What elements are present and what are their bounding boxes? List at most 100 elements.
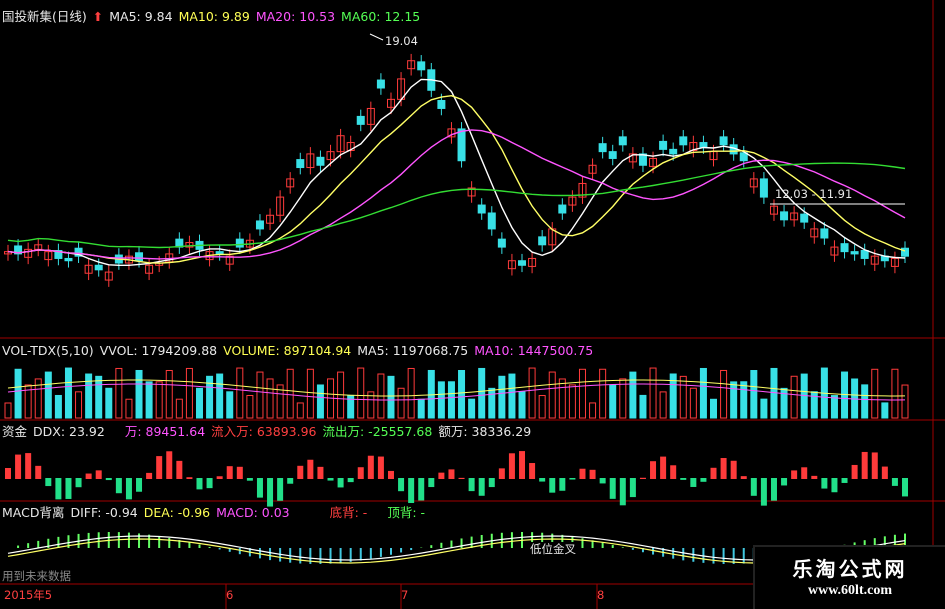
volume-bar (417, 398, 425, 419)
candle-body (780, 211, 789, 221)
candle-body (64, 257, 73, 262)
golden-cross-label: 低位金叉 (530, 542, 576, 556)
volume-bar (256, 371, 264, 419)
ma20-line (7, 129, 906, 260)
volume-bar (830, 395, 838, 419)
candle-body (820, 228, 829, 239)
fund-bar (639, 477, 646, 479)
candle-body (699, 142, 708, 148)
volume-bar (609, 384, 617, 419)
volume-bar (568, 384, 576, 419)
volume-bar (427, 369, 435, 419)
candle-body (417, 61, 426, 71)
macd-title: MACD背离 (2, 505, 65, 520)
fund-bar (115, 478, 122, 494)
volume-ma10-line (7, 383, 906, 401)
stock-chart-window: 国投新集(日线) ⬆ MA5: 9.84 MA10: 9.89 MA20: 10.53 M… (0, 0, 945, 609)
fund-bar (287, 478, 294, 484)
fund-bar (891, 478, 898, 486)
fund-bar (196, 478, 203, 490)
candle-body (457, 128, 466, 162)
fund-bar (791, 470, 798, 479)
fund-bar (408, 478, 415, 504)
diff-value: DIFF: -0.94 (70, 505, 138, 520)
volume-bar (296, 402, 304, 419)
candle-body (376, 79, 385, 89)
volume-bar (216, 373, 224, 419)
fund-bar (35, 465, 42, 479)
candle-body (558, 204, 567, 214)
candle-body (255, 220, 264, 230)
price-header: 国投新集(日线) ⬆ MA5: 9.84 MA10: 9.89 MA20: 10.53 M… (2, 9, 426, 25)
outflow-value: 流出万: -25557.68 (322, 424, 433, 439)
volume-bar (75, 391, 83, 419)
fund-bar (226, 466, 233, 479)
fund-bar (508, 453, 515, 479)
vol-title: VOL-TDX(5,10) (2, 343, 94, 358)
fund-bar (357, 467, 364, 479)
candle-body (800, 213, 809, 223)
fund-bar (498, 468, 505, 479)
volume-bar (195, 387, 203, 419)
volume-bar (740, 381, 748, 419)
fund-header: 资金 DDX: 23.92 万: 89451.64 流入万: 63893.96 流出万:… (2, 424, 537, 440)
fund-bar (841, 478, 848, 483)
fund-bar (146, 472, 153, 479)
fund-bar (478, 478, 485, 496)
fund-bar (176, 460, 183, 479)
fund-bar (811, 475, 818, 479)
fund-bar (730, 460, 737, 479)
volume-bar (246, 395, 254, 419)
volume-bar (115, 367, 123, 419)
volume-bar (266, 378, 274, 419)
amount-value: 额万: 38336.29 (438, 424, 532, 439)
candle-body (598, 143, 607, 153)
high-price-label: 19.04 (385, 34, 418, 48)
ma60-value: MA60: 12.15 (341, 9, 421, 24)
volume-bar (528, 367, 536, 419)
candle-body (437, 100, 446, 109)
fund-bar (831, 478, 838, 493)
volume-bar (458, 370, 466, 419)
fund-bar (45, 478, 52, 487)
fund-bar (307, 459, 314, 479)
future-data-note: 用到未来数据 (2, 569, 71, 583)
volume-bar (54, 394, 62, 419)
volume-bar (437, 381, 445, 419)
volume-bar (730, 381, 738, 419)
candle-body (860, 250, 869, 259)
ma20-value: MA20: 10.53 (255, 9, 336, 24)
volume-bar (891, 368, 899, 419)
volume-bar (14, 368, 22, 419)
volume-bar (407, 367, 415, 419)
volume-bar (125, 398, 133, 419)
ma10-line (7, 94, 906, 264)
candle-body (94, 264, 103, 271)
fund-bar (740, 476, 747, 479)
candle-body (477, 204, 486, 214)
fund-bar (770, 478, 777, 501)
candle-body (719, 136, 728, 146)
volume-bar (226, 391, 234, 419)
fund-bar (569, 478, 576, 480)
fund-bar (25, 453, 32, 479)
volume-bar (155, 381, 163, 419)
candle-body (608, 151, 617, 159)
up-arrow-icon: ⬆ (92, 9, 104, 24)
fund-bar (700, 478, 707, 482)
fund-bar (125, 478, 132, 500)
bottom-divergence: 底背: - (329, 505, 368, 520)
volume-bar (165, 369, 173, 419)
fund-bar (861, 451, 868, 479)
fund-bar (398, 478, 405, 492)
volume-bar (175, 398, 183, 419)
volume-bar (649, 367, 657, 419)
fund-bar (458, 477, 465, 479)
ma5-line (7, 78, 906, 266)
candle-body (487, 212, 496, 230)
volume-bar (518, 391, 526, 419)
volume-bar (498, 375, 506, 419)
candle-body (759, 178, 768, 198)
candle-body (296, 159, 305, 169)
fund-bar (650, 461, 657, 479)
